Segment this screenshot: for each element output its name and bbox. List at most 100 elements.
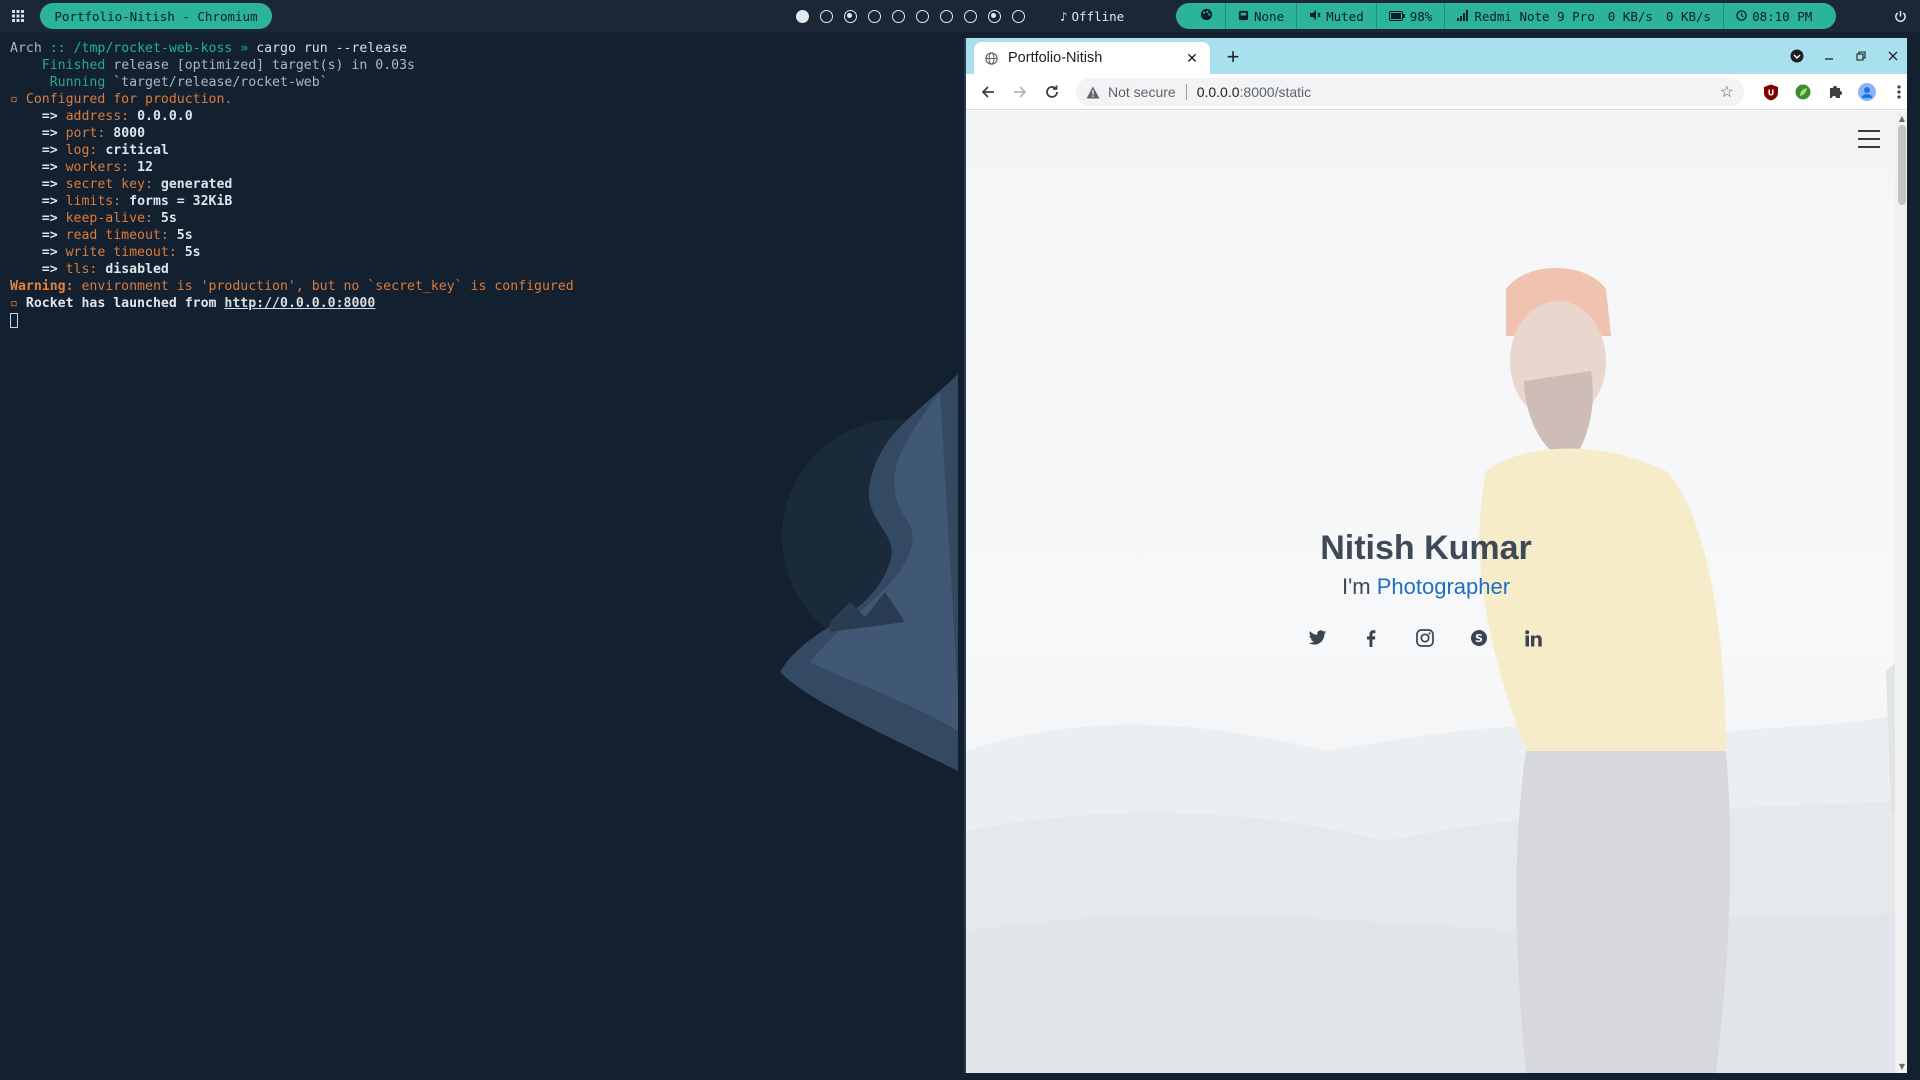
configured-line: ▫ Configured for production. bbox=[10, 91, 948, 108]
running-line: Running `target/release/rocket-web` bbox=[10, 74, 948, 91]
forward-icon[interactable] bbox=[1004, 76, 1036, 108]
config-key: limits bbox=[65, 194, 114, 209]
workspace-2-indicator[interactable] bbox=[820, 9, 833, 23]
scroll-down-arrow-icon[interactable]: ▼ bbox=[1895, 1059, 1907, 1073]
workspace-7-indicator[interactable] bbox=[940, 9, 953, 23]
skype-icon[interactable]: S bbox=[1467, 626, 1491, 650]
config-arrow: => bbox=[41, 160, 66, 175]
close-tab-icon[interactable]: ✕ bbox=[1184, 50, 1200, 66]
network-segment[interactable]: Redmi Note 9 Pro 0 KB/s 0 KB/s bbox=[1445, 3, 1725, 29]
workspace-5-indicator[interactable] bbox=[892, 9, 905, 23]
bottom-gap bbox=[0, 1073, 1920, 1080]
config-key: tls bbox=[65, 262, 90, 277]
battery-text: 98% bbox=[1409, 8, 1433, 24]
reload-icon[interactable] bbox=[1036, 76, 1068, 108]
workspace-1-indicator[interactable] bbox=[796, 9, 809, 23]
config-arrow: => bbox=[41, 126, 66, 141]
config-arrow: => bbox=[41, 245, 66, 260]
hamburger-bar bbox=[1858, 130, 1880, 132]
browser-toolbar: Not secure 0.0.0.0:8000/static ☆ U bbox=[966, 74, 1907, 110]
finished-label: Finished bbox=[41, 58, 106, 73]
extensions-puzzle-icon[interactable] bbox=[1822, 78, 1848, 106]
warning-line: Warning: environment is 'production', bu… bbox=[10, 278, 948, 295]
config-line: => secret key: generated bbox=[41, 177, 233, 192]
volume-segment[interactable]: Muted bbox=[1297, 3, 1377, 29]
workspace-3-indicator[interactable] bbox=[844, 9, 857, 23]
prompt-path: /tmp/rocket-web-koss bbox=[73, 41, 233, 56]
music-note-icon: ♪ bbox=[1060, 8, 1068, 24]
linkedin-icon[interactable] bbox=[1521, 626, 1545, 650]
wave-wallpaper-art bbox=[780, 373, 958, 772]
address-bar[interactable]: Not secure 0.0.0.0:8000/static ☆ bbox=[1076, 78, 1744, 106]
social-links: S bbox=[1305, 625, 1545, 651]
clock-icon bbox=[1736, 9, 1747, 24]
workspace-8-indicator[interactable] bbox=[964, 9, 977, 23]
volume-muted-icon bbox=[1309, 9, 1321, 24]
hero-sub-prefix: I'm bbox=[1341, 574, 1377, 599]
top-bar: Portfolio-Nitish - Chromium ♪ Offline No… bbox=[0, 0, 1920, 32]
config-line: => address: 0.0.0.0 bbox=[41, 109, 193, 124]
music-status[interactable]: ♪ Offline bbox=[1060, 0, 1124, 32]
config-value: critical bbox=[105, 143, 169, 158]
config-value: forms = 32KiB bbox=[129, 194, 233, 209]
workspace-9-indicator[interactable] bbox=[988, 9, 1001, 23]
browser-menu-icon[interactable] bbox=[1886, 78, 1907, 106]
scroll-thumb[interactable] bbox=[1898, 125, 1906, 205]
hamburger-menu-icon[interactable] bbox=[1858, 130, 1880, 148]
running-label: Running bbox=[49, 75, 106, 90]
config-line: => keep-alive: 5s bbox=[41, 211, 177, 226]
minimize-icon[interactable] bbox=[1813, 38, 1845, 74]
clock-segment[interactable]: 08:10 PM bbox=[1724, 3, 1824, 29]
running-text: `target/release/rocket-web` bbox=[113, 75, 328, 90]
facebook-icon[interactable] bbox=[1359, 626, 1383, 650]
power-icon[interactable] bbox=[1880, 0, 1920, 32]
tab-portfolio[interactable]: Portfolio-Nitish ✕ bbox=[974, 42, 1210, 74]
workspace-10-indicator[interactable] bbox=[1012, 9, 1025, 23]
rocket-icon: ▫ bbox=[10, 296, 18, 311]
leaf-extension-icon[interactable] bbox=[1790, 78, 1816, 106]
theme-segment[interactable] bbox=[1188, 3, 1226, 29]
workspace-6-indicator[interactable] bbox=[916, 9, 929, 23]
app-menu-icon[interactable] bbox=[0, 0, 36, 32]
config-value: 8000 bbox=[113, 126, 146, 141]
hamburger-bar bbox=[1858, 138, 1880, 140]
status-pill: None Muted 98% Redmi Note 9 Pro 0 KB/s 0… bbox=[1176, 3, 1837, 29]
music-status-text: Offline bbox=[1071, 8, 1125, 24]
config-key: port bbox=[65, 126, 98, 141]
instagram-icon[interactable] bbox=[1413, 626, 1437, 650]
config-key: write timeout bbox=[65, 245, 169, 260]
terminal-window[interactable]: Arch :: /tmp/rocket-web-koss » cargo run… bbox=[0, 32, 958, 1072]
extensions-area: U bbox=[1758, 78, 1907, 106]
security-indicator[interactable]: Not secure bbox=[1086, 84, 1176, 100]
bookmark-star-icon[interactable]: ☆ bbox=[1720, 82, 1734, 102]
globe-icon bbox=[984, 51, 998, 65]
browser-window: Portfolio-Nitish ✕ + Not secure 0.0.0.0 … bbox=[964, 38, 1907, 1073]
config-key: log bbox=[65, 143, 90, 158]
workspace-4-indicator[interactable] bbox=[868, 9, 881, 23]
config-value: 5s bbox=[176, 228, 193, 243]
launched-url[interactable]: http://0.0.0.0:8000 bbox=[224, 296, 375, 311]
config-line: => port: 8000 bbox=[41, 126, 146, 141]
hero-text: Nitish Kumar I'm Photographer bbox=[1206, 529, 1646, 600]
ublock-icon[interactable]: U bbox=[1758, 78, 1784, 106]
config-line: => limits: forms = 32KiB bbox=[41, 194, 233, 209]
tab-search-icon[interactable] bbox=[1781, 38, 1813, 74]
config-key: secret key bbox=[65, 177, 145, 192]
back-icon[interactable] bbox=[972, 76, 1004, 108]
prompt-host: Arch bbox=[10, 41, 42, 56]
twitter-icon[interactable] bbox=[1305, 626, 1329, 650]
close-window-icon[interactable] bbox=[1877, 38, 1907, 74]
profile-avatar-icon[interactable] bbox=[1854, 78, 1880, 106]
warning-label: Warning: bbox=[10, 279, 74, 294]
page-scrollbar[interactable]: ▲ ▼ bbox=[1895, 111, 1907, 1073]
new-tab-button[interactable]: + bbox=[1220, 44, 1246, 70]
notifications-segment[interactable]: None bbox=[1226, 3, 1298, 29]
window-controls bbox=[1781, 38, 1907, 74]
config-line: => read timeout: 5s bbox=[41, 228, 193, 243]
upload-speed: 0 KB/s bbox=[1665, 8, 1712, 24]
config-value: 5s bbox=[160, 211, 177, 226]
config-key: workers bbox=[65, 160, 122, 175]
config-value: 0.0.0.0 bbox=[137, 109, 193, 124]
restore-icon[interactable] bbox=[1845, 38, 1877, 74]
scroll-up-arrow-icon[interactable]: ▲ bbox=[1895, 111, 1907, 125]
